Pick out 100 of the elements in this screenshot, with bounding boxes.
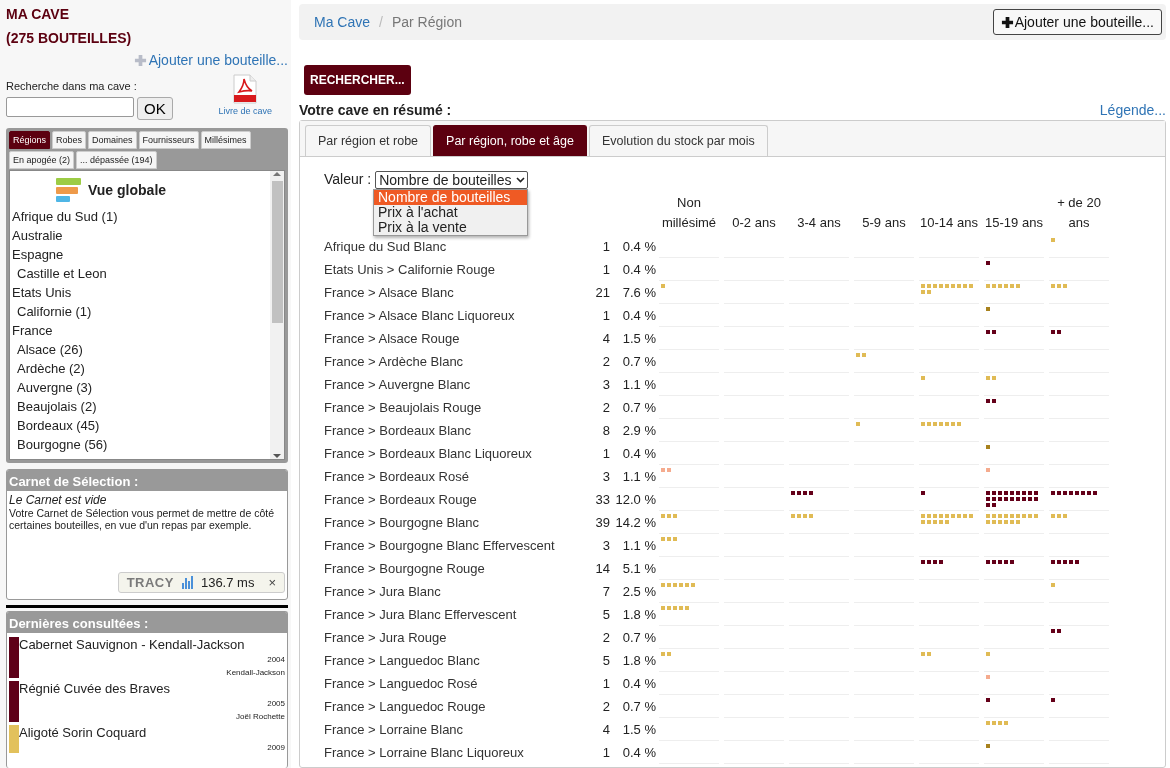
tab[interactable]: Par région, robe et âge — [433, 125, 587, 156]
caret-icon — [515, 177, 525, 183]
breadcrumb-link[interactable]: Ma Cave — [314, 14, 371, 30]
tab[interactable]: Evolution du stock par mois — [588, 125, 768, 156]
bottle-count: 1 — [602, 239, 610, 254]
column-header: 15-19 ans — [985, 214, 1043, 232]
percentage: 1.8 % — [622, 653, 656, 668]
percentage: 0.7 % — [622, 354, 656, 369]
tree-item[interactable]: Bourgogne (56) — [17, 437, 108, 452]
percentage: 5.1 % — [622, 561, 656, 576]
column-header: + de 20 ans — [1056, 194, 1102, 232]
region-label: Afrique du Sud Blanc — [324, 239, 447, 254]
percentage: 1.5 % — [622, 722, 656, 737]
percentage: 0.7 % — [622, 630, 656, 645]
legend-link[interactable]: Légende... — [1099, 102, 1166, 118]
bar-chart-icon — [181, 576, 193, 589]
bottle-count: 39 — [595, 515, 610, 530]
tree-item[interactable]: Australie — [12, 228, 63, 243]
filter-tab[interactable]: Régions — [9, 131, 51, 149]
empty-message: Le Carnet est vide — [9, 493, 108, 507]
region-label: France > Ardèche Blanc — [324, 354, 464, 369]
filter-tab[interactable]: En apogée (2) — [9, 151, 75, 169]
plus-icon — [133, 53, 147, 67]
percentage: 0.7 % — [622, 699, 656, 714]
close-button[interactable]: × — [268, 575, 276, 590]
ok-button[interactable]: OK — [137, 97, 173, 120]
tree-item[interactable]: Bordeaux (45) — [17, 418, 100, 433]
bottle-count: 5 — [602, 607, 610, 622]
percentage: 1.8 % — [622, 607, 656, 622]
summary-title: Votre cave en résumé : — [299, 102, 452, 118]
column-header: 5-9 ans — [862, 214, 906, 232]
bottle-count: 2 — [602, 699, 610, 714]
value-select[interactable]: Nombre de bouteilles — [375, 171, 528, 189]
bottle-count: (275 BOUTEILLES) — [6, 29, 133, 48]
tree-item[interactable]: Castille et Leon — [17, 266, 107, 281]
dropdown-option[interactable]: Prix à la vente — [374, 220, 527, 235]
search-button[interactable]: RECHERCHER... — [304, 65, 411, 95]
search-field[interactable] — [6, 97, 134, 117]
tree-item[interactable]: Ardèche (2) — [17, 361, 85, 376]
bottle-count: 1 — [602, 262, 610, 277]
add-bottle-button[interactable]: Ajouter une bouteille... — [992, 9, 1162, 35]
tree-item[interactable]: Beaujolais (2) — [17, 399, 97, 414]
scroll-up-icon[interactable] — [273, 171, 281, 177]
wine-name[interactable]: Aligoté Sorin Coquard — [19, 725, 285, 740]
global-view-heading[interactable]: Vue globale — [88, 180, 167, 200]
bottle-count: 4 — [602, 331, 610, 346]
bottle-count: 7 — [602, 584, 610, 599]
tree-item[interactable]: Auvergne (3) — [17, 380, 93, 395]
region-label: France > Jura Blanc — [324, 584, 441, 599]
breadcrumb-current: Par Région — [391, 14, 462, 30]
column-header: 0-2 ans — [732, 214, 776, 232]
filter-tab[interactable]: Domaines — [88, 131, 137, 149]
tree-item[interactable]: Californie (1) — [17, 304, 92, 319]
bottle-count: 1 — [602, 446, 610, 461]
percentage: 0.4 % — [622, 676, 656, 691]
region-label: France > Bourgogne Blanc — [324, 515, 480, 530]
filter-tab[interactable]: ... dépassée (194) — [76, 151, 157, 169]
selection-description: Votre Carnet de Sélection vous permet de mettre de côté certaines bouteilles, en vue d'un repas par exemple. — [9, 507, 274, 531]
region-label: France > Bordeaux Blanc Liquoreux — [324, 446, 532, 461]
percentage: 12.0 % — [615, 492, 656, 507]
filter-tab[interactable]: Millésimes — [200, 131, 251, 149]
bottle-count: 4 — [602, 722, 610, 737]
scroll-down-icon[interactable] — [273, 453, 281, 459]
region-label: France > Bourgogne Blanc Effervescent — [324, 538, 555, 553]
tree-item[interactable]: France — [12, 323, 53, 338]
tree-item[interactable]: Afrique du Sud (1) — [12, 209, 118, 224]
region-label: France > Languedoc Rouge — [324, 699, 486, 714]
value-label: Valeur : — [324, 171, 372, 187]
cellar-book-link[interactable]: Livre de cave — [218, 106, 272, 116]
filter-tab[interactable]: Fournisseurs — [138, 131, 199, 149]
tree-item[interactable]: Alsace (26) — [17, 342, 83, 357]
percentage: 14.2 % — [615, 515, 656, 530]
recent-title: Dernières consultées : — [7, 612, 287, 633]
percentage: 1.1 % — [622, 377, 656, 392]
bottle-count: 8 — [602, 423, 610, 438]
render-time: 136.7 ms — [200, 575, 255, 590]
dropdown-option[interactable]: Prix à l'achat — [374, 205, 527, 220]
debug-bar[interactable]: TRACY 136.7 ms × — [117, 572, 285, 593]
tree-item[interactable]: Etats Unis — [12, 285, 72, 300]
wine-name[interactable]: Régnié Cuvée des Braves — [19, 681, 285, 696]
wine-name[interactable]: Cabernet Sauvignon - Kendall-Jackson — [19, 637, 285, 652]
filter-tab[interactable]: Robes — [52, 131, 87, 149]
bottle-count: 3 — [602, 469, 610, 484]
region-label: France > Beaujolais Rouge — [324, 400, 482, 415]
bottle-count: 33 — [595, 492, 610, 507]
tree-item[interactable]: Espagne — [12, 247, 64, 262]
scrollbar[interactable] — [270, 171, 284, 459]
percentage: 0.7 % — [622, 400, 656, 415]
add-bottle-link[interactable]: Ajouter une bouteille... — [133, 52, 288, 68]
region-label: France > Alsace Blanc Liquoreux — [324, 308, 515, 323]
tab[interactable]: Par région et robe — [305, 125, 432, 156]
producer: Joël Rochette — [236, 712, 285, 722]
bottle-count: 2 — [602, 400, 610, 415]
region-label: France > Bordeaux Rouge — [324, 492, 477, 507]
pdf-icon[interactable] — [232, 74, 259, 104]
bottle-count: 1 — [602, 308, 610, 323]
percentage: 0.4 % — [622, 745, 656, 760]
bottle-count: 14 — [595, 561, 610, 576]
percentage: 7.6 % — [622, 285, 656, 300]
percentage: 0.4 % — [622, 239, 656, 254]
